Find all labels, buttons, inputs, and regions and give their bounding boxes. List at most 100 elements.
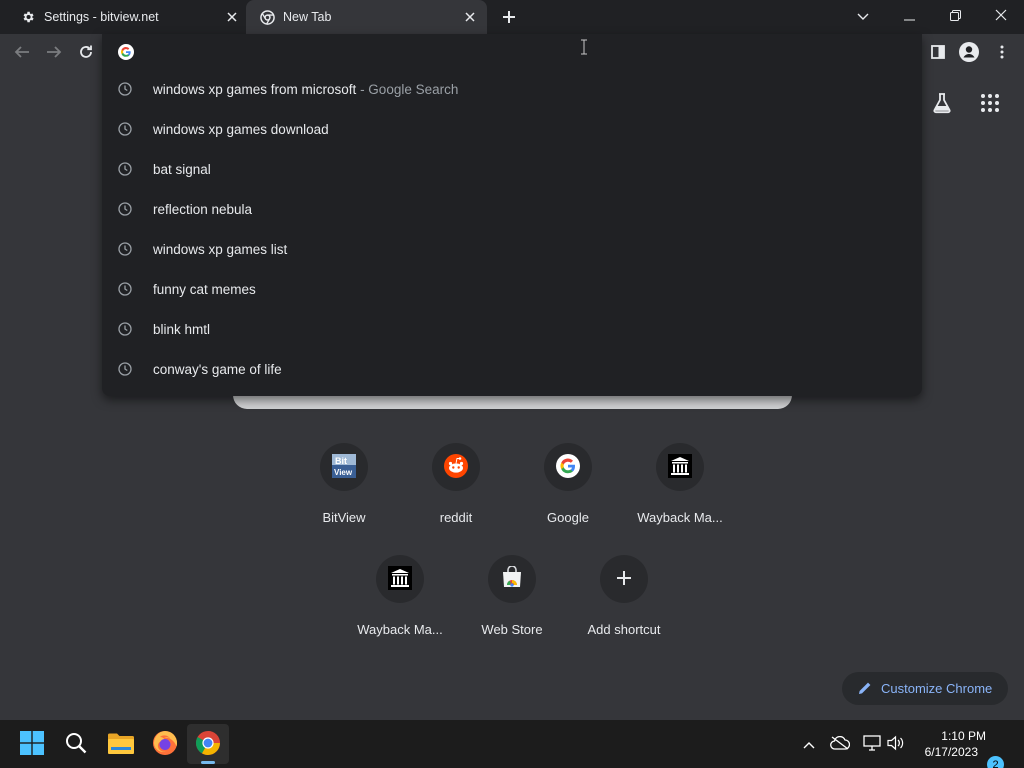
taskbar-firefox[interactable] <box>151 730 179 758</box>
side-panel-icon <box>931 44 945 62</box>
suggestion-item[interactable]: windows xp games from microsoft - Google… <box>102 70 922 110</box>
shortcut-icon-container <box>600 555 648 603</box>
taskbar-date[interactable]: 6/17/2023 <box>914 745 978 759</box>
more-vert-icon <box>1000 45 1004 62</box>
restore-icon <box>949 9 961 24</box>
suggestion-text: windows xp games from microsoft - Google… <box>153 82 459 97</box>
omnibox-dropdown: windows xp games from microsoft - Google… <box>102 34 922 396</box>
chrome-icon <box>195 730 221 759</box>
google-icon <box>556 453 580 481</box>
chrome-labs-icon[interactable] <box>930 91 954 115</box>
suggestion-item[interactable]: blink hmtl <box>102 310 922 350</box>
shortcut-label: reddit <box>439 510 473 525</box>
shortcut-icon-container <box>432 443 480 491</box>
suggestion-item[interactable]: reflection nebula <box>102 190 922 230</box>
customize-label: Customize Chrome <box>881 681 993 696</box>
omnibox-row <box>102 34 922 70</box>
suggestion-text: conway's game of life <box>153 362 282 377</box>
back-arrow-icon <box>14 44 30 63</box>
back-button[interactable] <box>10 41 34 65</box>
shortcut-icon-container <box>544 443 592 491</box>
wayback-machine-icon <box>388 565 412 593</box>
minimize-button[interactable] <box>897 5 921 27</box>
taskbar-active-indicator <box>201 761 215 764</box>
new-tab-button[interactable] <box>499 7 519 27</box>
taskbar-time[interactable]: 1:10 PM <box>914 729 986 743</box>
shortcut-label: Wayback Ma... <box>637 510 723 525</box>
shortcut-icon-container <box>376 555 424 603</box>
restore-button[interactable] <box>943 5 967 27</box>
shortcut-google[interactable]: Google <box>512 443 624 543</box>
shortcut-label: Google <box>547 510 589 525</box>
plus-icon <box>616 570 632 589</box>
history-clock-icon <box>118 82 134 98</box>
taskbar-chrome[interactable] <box>194 730 222 758</box>
add-shortcut-button[interactable]: Add shortcut <box>568 555 680 655</box>
history-clock-icon <box>118 322 134 338</box>
forward-arrow-icon <box>46 44 62 63</box>
shortcut-label: BitView <box>322 510 366 525</box>
tab-search-button[interactable] <box>851 5 875 27</box>
suggestion-text: funny cat memes <box>153 282 256 297</box>
suggestion-item[interactable]: bat signal <box>102 150 922 190</box>
reload-button[interactable] <box>74 41 98 65</box>
history-clock-icon <box>118 162 134 178</box>
tab-settings[interactable]: Settings - bitview.net <box>0 0 246 34</box>
volume-tray-button[interactable] <box>886 734 906 754</box>
tab-title: New Tab <box>283 10 332 24</box>
suggestion-item[interactable]: windows xp games download <box>102 110 922 150</box>
shortcut-wayback-machine[interactable]: Wayback Ma... <box>624 443 736 543</box>
shortcut-web-store[interactable]: Web Store <box>456 555 568 655</box>
history-clock-icon <box>118 282 134 298</box>
tab-new-tab[interactable]: New Tab <box>246 0 487 34</box>
address-bar-input[interactable] <box>148 40 888 64</box>
shortcut-label: Wayback Ma... <box>357 622 443 637</box>
suggestion-item[interactable]: windows xp games list <box>102 230 922 270</box>
chevron-down-icon <box>857 9 869 24</box>
start-button[interactable] <box>18 730 46 758</box>
close-icon[interactable] <box>462 9 478 25</box>
windows-taskbar: 1:10 PM 6/17/2023 2 <box>0 720 1024 768</box>
suggestion-text: blink hmtl <box>153 322 211 337</box>
shortcut-bitview[interactable]: Bit View BitView <box>288 443 400 543</box>
text-cursor-icon <box>580 39 588 55</box>
close-window-button[interactable] <box>989 5 1013 27</box>
firefox-icon <box>152 730 178 759</box>
windows-logo-icon <box>20 730 44 758</box>
side-panel-button[interactable] <box>926 41 950 65</box>
close-icon[interactable] <box>224 9 240 25</box>
history-clock-icon <box>118 362 134 378</box>
shortcut-icon-container <box>656 443 704 491</box>
google-apps-icon[interactable] <box>980 93 1000 113</box>
minimize-icon <box>903 9 915 24</box>
taskbar-search-button[interactable] <box>62 730 90 758</box>
onedrive-tray-button[interactable] <box>830 734 851 754</box>
shortcut-icon-container: Bit View <box>320 443 368 491</box>
network-tray-button[interactable] <box>862 734 882 754</box>
pencil-icon <box>858 681 874 697</box>
shortcut-icon-container <box>488 555 536 603</box>
show-hidden-icons-button[interactable] <box>799 734 819 754</box>
notification-badge[interactable]: 2 <box>987 756 1004 768</box>
profile-button[interactable] <box>957 41 981 65</box>
suggestion-list: windows xp games from microsoft - Google… <box>102 70 922 390</box>
reload-icon <box>78 44 94 63</box>
wayback-machine-icon <box>668 453 692 481</box>
file-explorer-icon <box>108 732 134 757</box>
suggestion-item[interactable]: conway's game of life <box>102 350 922 390</box>
network-icon <box>863 734 881 754</box>
forward-button[interactable] <box>42 41 66 65</box>
search-icon <box>65 732 87 757</box>
web-store-icon <box>500 564 524 593</box>
close-icon <box>995 9 1007 24</box>
history-clock-icon <box>118 242 134 258</box>
cloud-offline-icon <box>830 735 851 753</box>
taskbar-file-explorer[interactable] <box>107 730 135 758</box>
shortcut-wayback-machine[interactable]: Wayback Ma... <box>344 555 456 655</box>
profile-icon <box>959 41 979 65</box>
shortcut-reddit[interactable]: reddit <box>400 443 512 543</box>
customize-chrome-button[interactable]: Customize Chrome <box>842 672 1008 705</box>
suggestion-item[interactable]: funny cat memes <box>102 270 922 310</box>
chrome-menu-button[interactable] <box>990 41 1014 65</box>
chrome-icon <box>259 9 275 25</box>
